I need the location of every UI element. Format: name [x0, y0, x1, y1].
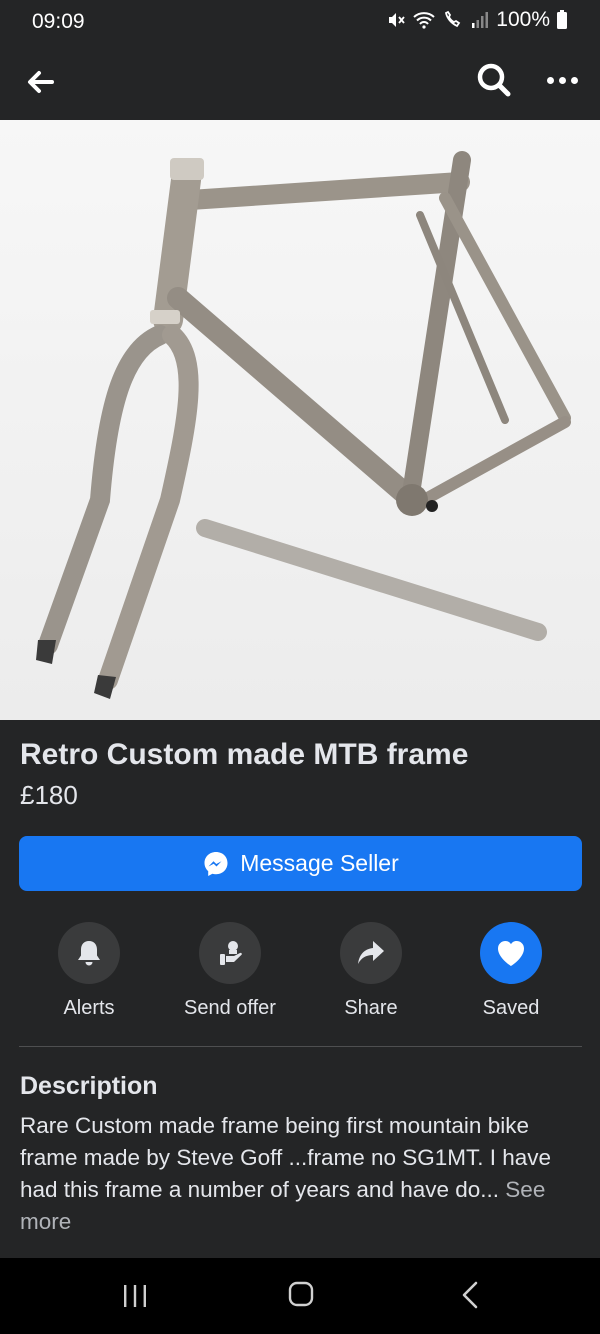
wifi-icon — [413, 12, 435, 29]
send-offer-action[interactable]: Send offer — [165, 922, 295, 1032]
share-arrow-icon — [358, 941, 384, 964]
message-seller-label: Message Seller — [240, 850, 399, 876]
status-time: 09:09 — [32, 10, 85, 33]
messenger-icon — [204, 851, 228, 876]
search-button[interactable] — [474, 60, 514, 100]
bell-icon — [78, 941, 100, 966]
alerts-button[interactable] — [58, 922, 120, 984]
share-button[interactable] — [340, 922, 402, 984]
description-text: Rare Custom made frame being first mount… — [20, 1110, 586, 1238]
status-bar: 09:09 100% — [0, 0, 600, 44]
listing-photo[interactable] — [0, 120, 600, 720]
heart-icon — [498, 941, 524, 966]
offer-hand-icon — [220, 941, 242, 965]
system-nav-bar — [0, 1258, 600, 1334]
bike-frame-image — [0, 120, 600, 720]
description-heading: Description — [20, 1072, 158, 1100]
recent-apps-icon[interactable] — [120, 1282, 150, 1310]
more-options-button[interactable] — [540, 60, 584, 100]
signal-icon — [472, 12, 489, 28]
mute-icon — [389, 13, 405, 27]
more-horizontal-icon — [546, 76, 554, 84]
arrow-left-icon — [28, 71, 54, 93]
home-icon[interactable] — [287, 1280, 315, 1308]
call-icon — [445, 10, 461, 28]
saved-button[interactable] — [480, 922, 542, 984]
share-action[interactable]: Share — [306, 922, 436, 1032]
saved-action[interactable]: Saved — [446, 922, 576, 1032]
send-offer-button[interactable] — [199, 922, 261, 984]
share-label: Share — [344, 997, 398, 1019]
listing-title: Retro Custom made MTB frame — [20, 738, 469, 771]
battery-percent: 100% — [496, 8, 550, 31]
app-bar — [0, 44, 600, 120]
status-icons: 100% — [386, 8, 568, 32]
send-offer-label: Send offer — [184, 997, 276, 1019]
message-seller-button[interactable]: Message Seller — [19, 836, 582, 891]
alerts-label: Alerts — [63, 997, 115, 1019]
battery-icon — [557, 10, 567, 29]
back-button[interactable] — [20, 62, 60, 102]
listing-price: £180 — [20, 780, 78, 810]
search-icon — [477, 63, 511, 97]
description-body: Rare Custom made frame being first mount… — [20, 1113, 552, 1202]
nav-back-icon[interactable] — [458, 1280, 482, 1310]
alerts-action[interactable]: Alerts — [24, 922, 154, 1032]
saved-label: Saved — [482, 997, 540, 1019]
section-divider — [19, 1046, 582, 1047]
